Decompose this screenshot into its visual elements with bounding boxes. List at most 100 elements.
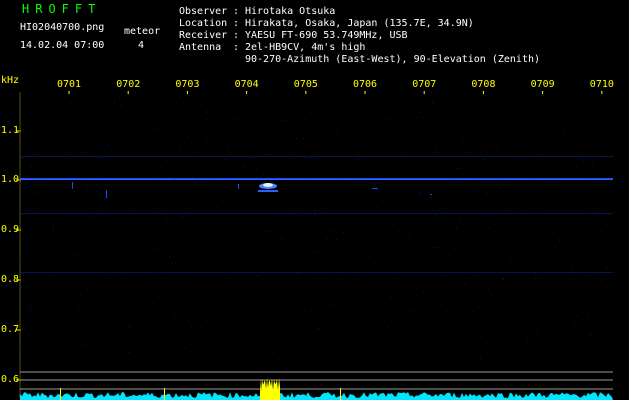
noise-speckle	[250, 254, 252, 256]
noise-speckle	[319, 328, 321, 330]
noise-speckle	[612, 135, 614, 137]
carrier-core	[20, 179, 613, 180]
noise-speckle	[367, 131, 369, 133]
noise-speckle	[72, 270, 74, 272]
noise-speckle	[57, 327, 59, 329]
noise-speckle	[116, 121, 118, 123]
noise-speckle	[256, 307, 258, 309]
noise-speckle	[456, 228, 458, 230]
noise-speckle	[292, 346, 294, 348]
noise-speckle	[119, 96, 121, 98]
noise-speckle	[327, 195, 329, 197]
noise-speckle	[469, 253, 471, 255]
noise-speckle	[345, 283, 347, 285]
noise-speckle	[608, 348, 610, 350]
noise-speckle	[503, 264, 505, 266]
noise-speckle	[64, 97, 66, 99]
noise-speckle	[482, 139, 484, 141]
noise-speckle	[460, 167, 462, 169]
noise-speckle	[338, 261, 340, 263]
noise-speckle	[82, 113, 84, 115]
noise-speckle	[171, 262, 173, 264]
noise-speckle	[45, 183, 47, 185]
noise-speckle	[113, 187, 115, 189]
noise-speckle	[91, 338, 93, 340]
noise-speckle	[193, 286, 195, 288]
noise-speckle	[401, 223, 403, 224]
noise-speckle	[432, 101, 434, 103]
noise-speckle	[164, 350, 166, 352]
noise-speckle	[435, 302, 437, 304]
noise-speckle	[244, 314, 246, 316]
noise-speckle	[607, 273, 609, 275]
noise-speckle	[370, 189, 371, 191]
spectrogram-plot	[16, 91, 614, 400]
noise-speckle	[159, 162, 161, 164]
noise-speckle	[206, 319, 208, 321]
noise-speckle	[581, 339, 583, 341]
noise-speckle	[287, 120, 289, 122]
meteor-core	[263, 183, 273, 187]
noise-speckle	[481, 107, 483, 109]
noise-speckle	[310, 120, 312, 122]
noise-speckle	[49, 173, 51, 175]
noise-speckle	[473, 224, 475, 226]
noise-speckle	[449, 182, 451, 184]
faint-band	[20, 272, 613, 273]
noise-speckle	[554, 245, 556, 247]
noise-speckle	[357, 174, 359, 176]
noise-speckle	[83, 129, 85, 131]
noise-speckle	[32, 362, 34, 364]
noise-speckle	[488, 287, 490, 289]
noise-speckle	[384, 119, 386, 121]
noise-speckle	[404, 120, 406, 122]
noise-speckle	[265, 199, 267, 201]
noise-speckle	[183, 191, 185, 193]
noise-speckle	[464, 282, 466, 284]
noise-speckle	[429, 132, 431, 134]
noise-speckle	[78, 306, 80, 308]
noise-speckle	[595, 295, 597, 297]
noise-speckle	[317, 266, 319, 268]
noise-speckle	[460, 238, 462, 240]
noise-speckle	[334, 348, 336, 350]
noise-speckle	[99, 99, 101, 101]
noise-speckle	[242, 166, 244, 168]
noise-speckle	[469, 114, 470, 115]
noise-speckle	[55, 282, 57, 284]
noise-speckle	[486, 171, 487, 173]
noise-speckle	[24, 266, 26, 268]
noise-speckle	[603, 167, 605, 169]
noise-speckle	[153, 247, 155, 249]
noise-speckle	[159, 277, 161, 279]
noise-speckle	[103, 176, 105, 178]
noise-speckle	[488, 227, 490, 229]
noise-speckle	[612, 99, 614, 101]
noise-speckle	[445, 360, 447, 362]
noise-speckle	[54, 108, 56, 110]
noise-speckle	[120, 310, 122, 312]
noise-speckle	[165, 129, 167, 130]
noise-speckle	[239, 293, 241, 295]
noise-speckle	[133, 250, 135, 252]
noise-speckle	[411, 228, 413, 230]
noise-speckle	[168, 180, 169, 182]
noise-speckle	[29, 308, 31, 310]
noise-speckle	[273, 353, 275, 354]
noise-speckle	[590, 334, 592, 336]
noise-speckle	[594, 326, 596, 328]
noise-speckle	[192, 176, 194, 178]
noise-speckle	[330, 252, 332, 254]
noise-speckle	[36, 260, 38, 262]
noise-speckle	[327, 116, 329, 118]
noise-speckle	[76, 255, 78, 257]
noise-speckle	[313, 110, 314, 112]
noise-speckle	[495, 111, 497, 113]
noise-speckle	[475, 256, 477, 258]
noise-speckle	[418, 171, 420, 173]
noise-speckle	[326, 237, 328, 239]
noise-speckle	[438, 360, 440, 362]
noise-speckle	[59, 180, 61, 182]
noise-speckle	[156, 175, 158, 177]
noise-speckle	[480, 344, 482, 346]
